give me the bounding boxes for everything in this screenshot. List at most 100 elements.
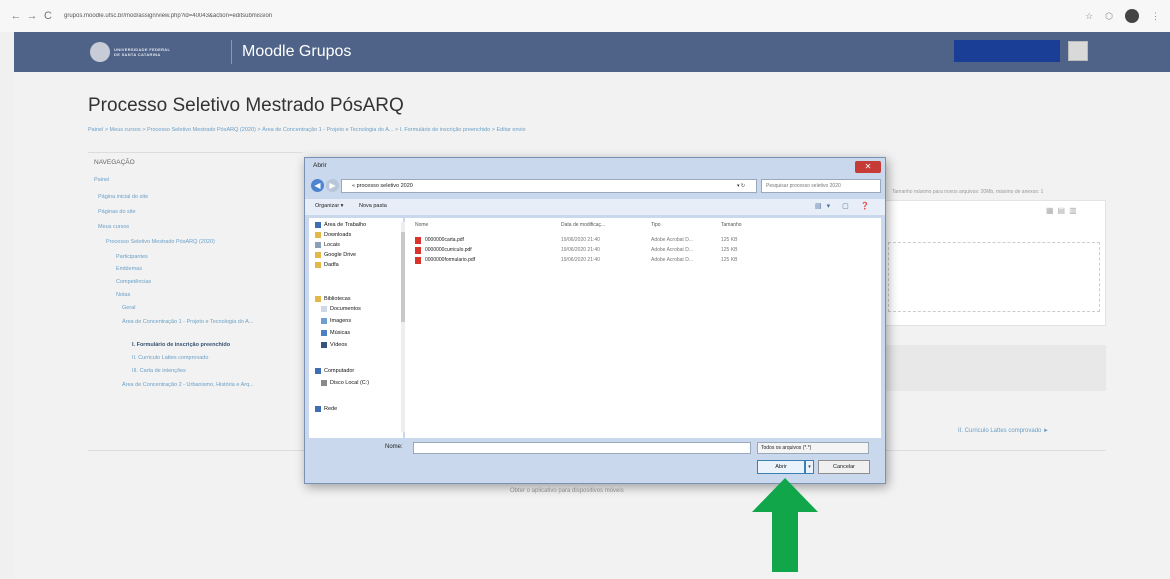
dialog-nav-pane: Área de Trabalho Downloads Locais Google… (309, 218, 406, 438)
nav-item-form[interactable]: I. Formulário de inscrição preenchido (132, 342, 230, 348)
navigation-block: NAVEGAÇÃO Painel Página inicial do site … (88, 152, 303, 432)
cancel-button[interactable]: Cancelar (818, 460, 870, 474)
nav-item-site-pages[interactable]: Páginas do site (98, 209, 136, 215)
file-type-select[interactable]: Todos os arquivos (*.*) (757, 442, 869, 454)
dialog-search-input[interactable]: Pesquisar processo seletivo 2020 (761, 179, 881, 193)
file-size: 125 KB (721, 237, 738, 243)
nav-item-competencies[interactable]: Competências (116, 279, 151, 285)
drive-icon (315, 252, 321, 258)
new-folder-button[interactable]: Nova pasta (359, 203, 387, 209)
file-size: 125 KB (721, 247, 738, 253)
menu-icon[interactable]: ⋮ (1151, 11, 1160, 22)
next-activity-link[interactable]: II. Curriculo Lattes comprovado ► (958, 428, 1049, 434)
site-name[interactable]: Moodle Grupos (242, 43, 351, 61)
back-icon[interactable]: ◀ (311, 179, 324, 192)
table-row[interactable]: 0000000formulario.pdf 19/06/2020 21:40 A… (415, 256, 765, 265)
nav-item-grades[interactable]: Notas (116, 292, 130, 298)
profile-icon[interactable] (1125, 9, 1139, 23)
logo-line-2: DE SANTA CATARINA (114, 52, 161, 57)
nav-item-lattes[interactable]: II. Curriculo Lattes comprovado (132, 355, 208, 361)
nav-entry-documents[interactable]: Documentos (321, 306, 361, 312)
dialog-toolbar: Organizar ▾ Nova pasta ▤▾ ▢ ❓ (305, 199, 885, 215)
nav-item-general[interactable]: Geral (122, 305, 135, 311)
nav-entry-drive[interactable]: Google Drive (315, 252, 356, 258)
star-icon[interactable]: ☆ (1085, 11, 1093, 22)
folder-icon (315, 262, 321, 268)
submission-actions-panel (884, 345, 1106, 391)
nav-entry-desktop[interactable]: Área de Trabalho (315, 222, 366, 228)
nav-item-letter[interactable]: III. Carta de intenções (132, 368, 186, 374)
file-type: Adobe Acrobat D... (651, 237, 693, 243)
nav-item-home[interactable]: Página inicial do site (98, 194, 148, 200)
pdf-icon (415, 247, 421, 254)
file-name: 0000000formulario.pdf (425, 257, 476, 263)
forward-icon[interactable]: ▶ (326, 179, 339, 192)
nav-item-badges[interactable]: Emblemas (116, 266, 142, 272)
green-arrow-icon (752, 478, 818, 572)
back-icon[interactable]: ← (8, 10, 24, 22)
nav-entry-disk[interactable]: Disco Local (C:) (321, 380, 369, 386)
close-icon[interactable]: ✕ (855, 161, 881, 173)
pdf-icon (415, 237, 421, 244)
file-size: 125 KB (721, 257, 738, 263)
desktop-icon (315, 222, 321, 228)
nav-entry-music[interactable]: Músicas (321, 330, 350, 336)
dialog-address-bar[interactable]: « processo seletivo 2020 (341, 179, 757, 193)
file-date: 19/06/2020 21:40 (561, 257, 600, 263)
extension-icon[interactable]: ⬡ (1105, 11, 1113, 22)
nav-entry-images[interactable]: Imagens (321, 318, 351, 324)
nav-item-participants[interactable]: Participantes (116, 254, 148, 260)
places-icon (315, 242, 321, 248)
reload-icon[interactable]: C (40, 10, 56, 22)
open-button[interactable]: Abrir (757, 460, 805, 474)
nav-item-course[interactable]: Processo Seletivo Mestrado PósARQ (2020) (106, 239, 215, 245)
view-options-icons[interactable]: ▤▾ ▢ ❓ (815, 202, 874, 210)
file-date: 19/06/2020 21:40 (561, 237, 600, 243)
column-size[interactable]: Tamanho (721, 222, 742, 228)
dialog-titlebar[interactable]: Abrir ✕ (305, 158, 885, 176)
column-type[interactable]: Tipo (651, 222, 661, 228)
breadcrumb[interactable]: Painel > Meus cursos > Processo Seletivo… (88, 127, 526, 133)
mobile-app-link[interactable]: Obter o aplicativo para dispositivos móv… (510, 488, 624, 494)
nav-item-area-1[interactable]: Área de Concentração 1 - Projeto e Tecno… (122, 319, 253, 325)
table-row[interactable]: 0000000curriculo.pdf 19/06/2020 21:40 Ad… (415, 246, 765, 255)
nav-item-painel[interactable]: Painel (94, 177, 109, 183)
file-name-label: Nome: (385, 444, 403, 450)
nav-entry-network[interactable]: Rede (315, 406, 337, 412)
organize-button[interactable]: Organizar ▾ (315, 203, 343, 209)
file-name: 0000000curriculo.pdf (425, 247, 472, 253)
nav-item-my-courses[interactable]: Meus cursos (98, 224, 129, 230)
forward-icon[interactable]: → (24, 10, 40, 22)
address-bar[interactable]: grupos.moodle.ufsc.br/mod/assign/view.ph… (64, 13, 1084, 19)
nav-entry-videos[interactable]: Vídeos (321, 342, 347, 348)
avatar[interactable] (1068, 41, 1088, 61)
browser-toolbar: ← → C grupos.moodle.ufsc.br/mod/assign/v… (0, 0, 1170, 32)
pdf-icon (415, 257, 421, 264)
column-name[interactable]: Nome (415, 222, 428, 228)
library-icon (315, 296, 321, 302)
nav-entry-dadfa[interactable]: Dadfa (315, 262, 339, 268)
nav-entry-libraries[interactable]: Bibliotecas (315, 296, 351, 302)
nav-item-area-2[interactable]: Área de Concentração 2 - Urbanismo, Hist… (122, 382, 254, 388)
table-row[interactable]: 0000000carta.pdf 19/06/2020 21:40 Adobe … (415, 236, 765, 245)
seal-icon (90, 42, 110, 62)
open-dropdown-icon[interactable]: ▾ (805, 460, 814, 474)
dialog-title: Abrir (313, 162, 327, 169)
file-name-input[interactable] (413, 442, 751, 454)
view-mode-icons[interactable]: ▦▤▥ (1046, 206, 1081, 215)
column-date[interactable]: Data de modificaç... (561, 222, 605, 228)
file-list: Nome Data de modificaç... Tipo Tamanho 0… (405, 218, 881, 438)
university-logo[interactable]: UNIVERSIDADE FEDERAL DE SANTA CATARINA (90, 41, 220, 63)
user-menu[interactable] (954, 40, 1060, 62)
file-date: 19/06/2020 21:40 (561, 247, 600, 253)
browser-actions: ☆ ⬡ ⋮ (1085, 9, 1160, 23)
file-drop-zone[interactable] (888, 242, 1100, 312)
nav-entry-downloads[interactable]: Downloads (315, 232, 351, 238)
chevron-down-icon[interactable]: ▾ ↻ (731, 179, 751, 193)
open-file-dialog: Abrir ✕ ◀ ▶ « processo seletivo 2020 ▾ ↻… (304, 157, 886, 484)
file-type: Adobe Acrobat D... (651, 257, 693, 263)
computer-icon (315, 368, 321, 374)
nav-entry-computer[interactable]: Computador (315, 368, 354, 374)
site-header: UNIVERSIDADE FEDERAL DE SANTA CATARINA M… (14, 32, 1170, 72)
nav-entry-places[interactable]: Locais (315, 242, 340, 248)
